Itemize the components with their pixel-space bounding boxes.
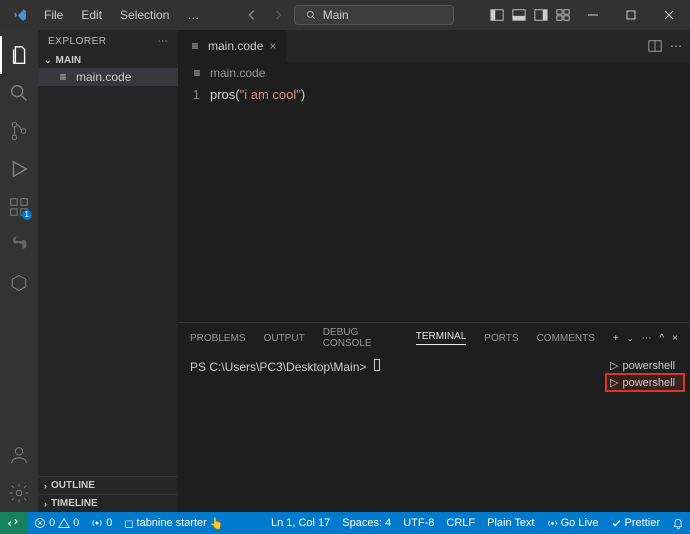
panel-tab-terminal[interactable]: TERMINAL (416, 331, 467, 345)
file-icon: ≡ (188, 39, 202, 53)
layout-toggle-sidebar-icon[interactable] (488, 6, 506, 24)
terminal-icon: ▷ (610, 359, 618, 372)
terminal-instance-label: powershell (622, 360, 675, 372)
folder-name: MAIN (56, 55, 82, 66)
sidebar-title: EXPLORER (48, 36, 106, 47)
warning-icon (58, 517, 70, 529)
terminal-prompt: PS C:\Users\PC3\Desktop\Main> (190, 360, 366, 374)
status-eol[interactable]: CRLF (440, 517, 481, 529)
activity-python-icon[interactable] (0, 226, 38, 264)
terminal-instance-1[interactable]: ▷ powershell (606, 357, 684, 374)
editor-tab-label: main.code (208, 39, 263, 53)
split-editor-icon[interactable] (648, 39, 662, 53)
outline-section[interactable]: › OUTLINE (38, 476, 178, 494)
error-icon (34, 517, 46, 529)
menu-more[interactable]: … (179, 4, 207, 26)
check-icon (611, 518, 622, 529)
activity-search-icon[interactable] (0, 74, 38, 112)
activity-explorer-icon[interactable] (0, 36, 38, 74)
timeline-section[interactable]: › TIMELINE (38, 494, 178, 512)
terminal-instance-2[interactable]: ▷ powershell (606, 374, 684, 391)
panel-more-icon[interactable]: ⋯ (641, 333, 651, 344)
nav-back-icon[interactable] (242, 5, 262, 25)
chevron-down-icon: ⌄ (44, 55, 52, 66)
layout-toggle-panel-icon[interactable] (510, 6, 528, 24)
close-icon[interactable]: × (269, 39, 276, 53)
file-icon: ≡ (190, 66, 204, 80)
command-center[interactable]: Main (294, 5, 454, 25)
activity-extensions-icon[interactable]: 1 (0, 188, 38, 226)
window-maximize-button[interactable] (614, 0, 648, 30)
chevron-right-icon: › (44, 499, 47, 509)
file-icon: ≡ (56, 70, 70, 84)
menu-file[interactable]: File (36, 4, 71, 26)
editor-body[interactable]: 1 pros("i am cool") (178, 84, 690, 322)
panel-tab-output[interactable]: OUTPUT (264, 333, 305, 344)
cursor (374, 359, 380, 371)
broadcast-icon (547, 518, 558, 529)
chevron-right-icon: › (44, 481, 47, 491)
status-tabnine[interactable]: ◻ tabnine starter 👆 (118, 517, 229, 530)
folder-header[interactable]: ⌄ MAIN (38, 53, 178, 68)
status-notifications-icon[interactable] (666, 517, 690, 529)
search-icon (305, 9, 317, 21)
activity-settings-icon[interactable] (0, 474, 38, 512)
maximize-panel-icon[interactable]: ^ (659, 333, 664, 344)
activity-account-icon[interactable] (0, 436, 38, 474)
status-ports[interactable]: 0 (85, 517, 118, 529)
new-terminal-icon[interactable]: + (613, 333, 619, 344)
file-item-main[interactable]: ≡ main.code (38, 68, 178, 86)
layout-toggle-secondary-icon[interactable] (532, 6, 550, 24)
vscode-logo-icon (10, 5, 30, 25)
terminal-icon: ▷ (610, 376, 618, 389)
file-item-label: main.code (76, 70, 131, 84)
extensions-badge: 1 (22, 210, 32, 220)
line-number: 1 (178, 86, 210, 322)
terminal-dropdown-icon[interactable]: ⌄ (627, 334, 634, 343)
layout-customize-icon[interactable] (554, 6, 572, 24)
status-problems[interactable]: 0 0 (28, 517, 85, 529)
editor-tab-main[interactable]: ≡ main.code × (178, 30, 287, 62)
status-golive[interactable]: Go Live (541, 517, 605, 529)
terminal-output[interactable]: PS C:\Users\PC3\Desktop\Main> (178, 353, 600, 512)
panel-tab-comments[interactable]: COMMENTS (537, 333, 595, 344)
terminal-instance-label: powershell (622, 377, 675, 389)
code-line[interactable]: pros("i am cool") (210, 86, 305, 322)
status-lncol[interactable]: Ln 1, Col 17 (265, 517, 336, 529)
status-encoding[interactable]: UTF-8 (397, 517, 440, 529)
radio-icon (91, 517, 103, 529)
activity-hex-icon[interactable] (0, 264, 38, 302)
sidebar-more-icon[interactable]: ⋯ (158, 36, 169, 47)
command-center-label: Main (323, 8, 349, 22)
activity-run-debug-icon[interactable] (0, 150, 38, 188)
window-minimize-button[interactable] (576, 0, 610, 30)
remote-indicator[interactable] (0, 512, 28, 534)
breadcrumb[interactable]: main.code (210, 66, 265, 80)
tabnine-icon: ◻ (124, 517, 133, 530)
status-spaces[interactable]: Spaces: 4 (336, 517, 397, 529)
nav-forward-icon[interactable] (268, 5, 288, 25)
window-close-button[interactable] (652, 0, 686, 30)
editor-more-icon[interactable]: ⋯ (670, 39, 682, 53)
menu-selection[interactable]: Selection (112, 4, 177, 26)
pointer-icon: 👆 (210, 517, 224, 530)
outline-label: OUTLINE (51, 480, 95, 491)
menu-edit[interactable]: Edit (73, 4, 110, 26)
activity-source-control-icon[interactable] (0, 112, 38, 150)
close-panel-icon[interactable]: × (672, 333, 678, 344)
panel-tab-problems[interactable]: PROBLEMS (190, 333, 246, 344)
panel-tab-debug[interactable]: DEBUG CONSOLE (323, 327, 398, 349)
status-prettier[interactable]: Prettier (605, 517, 666, 529)
status-language[interactable]: Plain Text (481, 517, 541, 529)
timeline-label: TIMELINE (51, 498, 98, 509)
panel-tab-ports[interactable]: PORTS (484, 333, 518, 344)
